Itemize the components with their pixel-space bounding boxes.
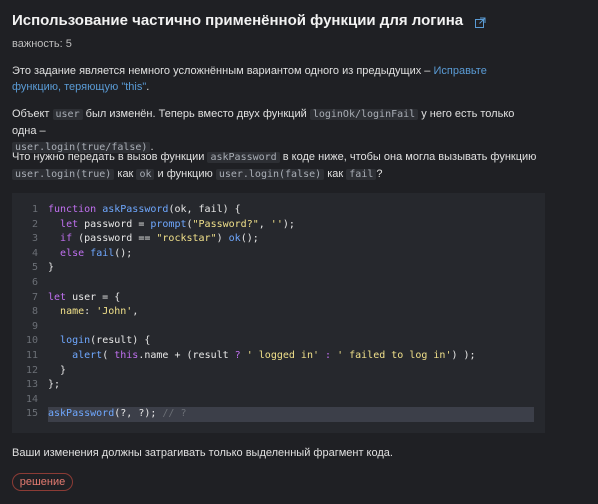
- line-number: 9: [31, 320, 38, 332]
- code-text: if (password == "rockstar") ok();: [60, 233, 259, 245]
- code-text: else fail();: [60, 247, 133, 259]
- line-number: 15: [26, 408, 39, 420]
- question-paragraph: Что нужно передать в вызов функции askPa…: [12, 149, 538, 183]
- line-number: 10: [26, 335, 39, 347]
- line-number: 7: [31, 291, 38, 303]
- line-number: 14: [26, 393, 39, 405]
- intro-end: .: [146, 81, 150, 93]
- code-text: alert( this.name + (result ? ' logged in…: [72, 349, 476, 361]
- external-link-icon-svg: [475, 17, 486, 28]
- code-line: 9: [12, 320, 545, 335]
- line-number: 1: [31, 204, 38, 215]
- code-line: 1 function askPassword(ok, fail) {: [12, 203, 545, 218]
- code-line: 10 login(result) {: [12, 334, 545, 349]
- inline-code-fail: fail: [346, 169, 377, 180]
- code-line: 4 else fail();: [12, 247, 545, 262]
- code-line: 6: [12, 276, 545, 291]
- code-block[interactable]: 1 function askPassword(ok, fail) { 2 let …: [12, 193, 545, 433]
- p3-text-4: и функцию: [154, 168, 216, 180]
- importance-label: важность: 5: [12, 38, 72, 50]
- code-text: login(result) {: [60, 335, 151, 347]
- line-number: 6: [31, 276, 38, 288]
- code-text: let password = prompt("Password?", '');: [60, 218, 295, 230]
- code-text: name: 'John',: [60, 306, 139, 318]
- inline-code-user: user: [52, 109, 83, 120]
- code-line: 13};: [12, 378, 545, 393]
- code-line: 14: [12, 393, 545, 408]
- code-line: 5}: [12, 261, 545, 276]
- code-line: 12 }: [12, 364, 545, 379]
- p2-text-1: Объект: [12, 108, 53, 120]
- line-number: 2: [31, 218, 38, 230]
- inline-code-loginok-loginfail: loginOk/loginFail: [309, 109, 419, 120]
- p3-text-2: в коде ниже, чтобы она могла вызывать фу…: [279, 151, 537, 163]
- line-number: 4: [31, 247, 38, 259]
- code-text: let user = {: [48, 291, 121, 303]
- p2-text-2: был изменён. Теперь вместо двух функций: [82, 108, 310, 120]
- inline-code-login-true: user.login(true): [12, 169, 115, 180]
- p3-text-6: ?: [376, 168, 383, 180]
- line-number: 13: [26, 379, 39, 391]
- code-line: 3 if (password == "rockstar") ok();: [12, 232, 545, 247]
- code-text: };: [48, 379, 61, 391]
- line-number: 8: [31, 306, 38, 318]
- code-text: }: [48, 364, 67, 376]
- line-number: 11: [26, 349, 39, 361]
- external-link-icon[interactable]: [475, 15, 486, 28]
- inline-code-login-false: user.login(false): [215, 169, 325, 180]
- code-line: 8 name: 'John',: [12, 305, 545, 320]
- solution-button[interactable]: решение: [12, 473, 73, 491]
- title-row: Использование частично применённой функц…: [12, 12, 486, 29]
- highlighted-code-line: 15 askPassword(?, ?); // ?: [12, 407, 545, 422]
- line-number: 5: [31, 262, 38, 274]
- inline-code-ok: ok: [136, 169, 155, 180]
- task-page: Использование частично применённой функц…: [0, 0, 598, 504]
- p3-text-3: как: [114, 168, 137, 180]
- intro-paragraph: Это задание является немного усложнённым…: [12, 63, 538, 95]
- intro-text: Это задание является немного усложнённым…: [12, 65, 434, 77]
- inline-code-askpassword: askPassword: [207, 152, 280, 163]
- code-line: 11 alert( this.name + (result ? ' logged…: [12, 349, 545, 364]
- p3-text-5: как: [324, 168, 347, 180]
- line-number: 3: [31, 233, 38, 245]
- code-line: 7 let user = {: [12, 291, 545, 306]
- task-title: Использование частично применённой функц…: [12, 12, 464, 29]
- code-line: 2 let password = prompt("Password?", '')…: [12, 218, 545, 233]
- code-text: function askPassword(ok, fail) {: [48, 204, 241, 215]
- p3-text-1: Что нужно передать в вызов функции: [12, 151, 208, 163]
- code-text: }: [48, 262, 55, 274]
- line-number: 12: [26, 364, 39, 376]
- edit-scope-note: Ваши изменения должны затрагивать только…: [12, 447, 393, 459]
- code-text: askPassword(?, ?); // ?: [48, 408, 187, 420]
